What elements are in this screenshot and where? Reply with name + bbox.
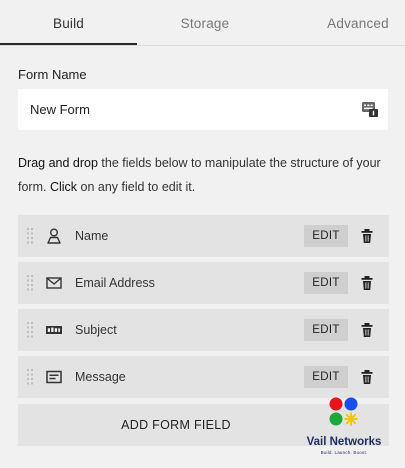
form-name-value: New Form: [30, 102, 90, 117]
colored-dots-logo-icon: [329, 397, 358, 426]
abc-text-icon: [46, 326, 62, 334]
form-name-input[interactable]: New Form: [18, 89, 388, 130]
watermark-title: Vail Networks: [306, 436, 382, 448]
tab-build[interactable]: Build: [0, 0, 137, 46]
instructions-drag-drop: Drag and drop: [18, 156, 98, 170]
tab-storage[interactable]: Storage: [137, 0, 273, 46]
trash-icon[interactable]: [360, 228, 374, 244]
drag-handle-icon[interactable]: [27, 228, 33, 244]
field-row-name[interactable]: Name EDIT: [18, 215, 389, 257]
instructions-click: Click: [49, 180, 78, 194]
field-row-subject[interactable]: Subject EDIT: [18, 309, 389, 351]
vail-networks-watermark: Vail Networks Build. Launch. Boost.: [294, 396, 394, 462]
edit-button[interactable]: EDIT: [304, 319, 348, 341]
instructions-text: Drag and drop the fields below to manipu…: [18, 151, 390, 199]
edit-button[interactable]: EDIT: [304, 272, 348, 294]
trash-icon[interactable]: [360, 369, 374, 385]
field-label: Name: [75, 229, 109, 243]
instructions-part4: on any field to edit it.: [77, 180, 196, 194]
watermark-subtitle: Build. Launch. Boost.: [320, 450, 368, 455]
form-name-label: Form Name: [18, 67, 87, 82]
field-label: Email Address: [75, 276, 155, 290]
drag-handle-icon[interactable]: [27, 275, 33, 291]
trash-icon[interactable]: [360, 322, 374, 338]
form-name-icon: [362, 102, 378, 117]
textarea-icon: [46, 370, 62, 384]
envelope-icon: [46, 277, 62, 289]
active-tab-indicator: [0, 43, 137, 45]
edit-button[interactable]: EDIT: [304, 366, 348, 388]
drag-handle-icon[interactable]: [27, 322, 33, 338]
edit-button[interactable]: EDIT: [304, 225, 348, 247]
add-form-field-label: ADD FORM FIELD: [121, 418, 231, 432]
drag-handle-icon[interactable]: [27, 369, 33, 385]
tab-bar: Build Storage Advanced: [0, 0, 405, 46]
trash-icon[interactable]: [360, 275, 374, 291]
person-icon: [47, 228, 61, 244]
field-label: Subject: [75, 323, 117, 337]
field-row-email[interactable]: Email Address EDIT: [18, 262, 389, 304]
field-row-message[interactable]: Message EDIT: [18, 356, 389, 398]
field-label: Message: [75, 370, 126, 384]
tab-advanced[interactable]: Advanced: [273, 0, 405, 46]
